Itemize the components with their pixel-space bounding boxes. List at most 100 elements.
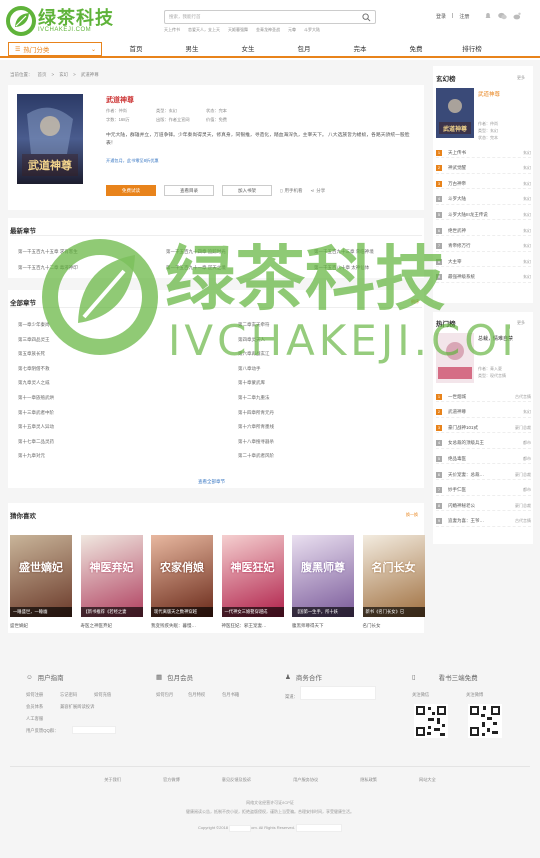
hot-word[interactable]: 天姬暮强舞 — [228, 27, 248, 33]
footer-link[interactable]: 包月书籍 — [222, 692, 239, 698]
phone-read[interactable]: ▯ 用手机看 — [280, 188, 302, 194]
qr-code-weibo-icon[interactable] — [468, 704, 502, 738]
fantasy-rank-more[interactable]: 更多 — [517, 75, 525, 81]
breadcrumb-category[interactable]: 玄幻 — [59, 72, 68, 78]
search-input[interactable]: 搜索，我能行首 — [164, 10, 376, 24]
rank-row[interactable]: 6 绝世武神 玄幻 — [436, 226, 531, 236]
breadcrumb-home[interactable]: 首页 — [38, 72, 47, 78]
rank-row[interactable]: 8 闪婚神秘老公 豪门总裁 — [436, 501, 531, 512]
rank-top-cover[interactable]: 武道神尊 — [436, 88, 474, 138]
hot-word[interactable]: 金青龙神圣战 — [256, 27, 280, 33]
rank-row[interactable]: 1 天上传书 玄幻 — [436, 148, 531, 158]
chapter-link[interactable]: 第五章族长死 — [18, 351, 45, 357]
footer-link[interactable]: 忘记密码 — [60, 692, 77, 698]
bottom-link[interactable]: 隐私政策 — [360, 777, 377, 783]
rank-row[interactable]: 2 神武觉醒 玄幻 — [436, 164, 531, 174]
chapter-link[interactable]: 第一章少年秦尚 — [18, 322, 50, 328]
nav-item-female[interactable]: 女生 — [220, 42, 276, 56]
latest-chapter-link[interactable]: 第一千五百八十章 太神仙体 — [314, 265, 369, 271]
footer-link[interactable]: 会员体系 — [26, 704, 43, 710]
catalog-button[interactable]: 查看目录 — [164, 185, 214, 196]
register-link[interactable]: 注册 — [459, 13, 469, 20]
guess-book-name[interactable]: 名门长女 — [363, 623, 381, 629]
vip-link[interactable]: 开通包月，此书零至8折优惠 — [106, 158, 159, 164]
guess-book-cover[interactable]: 名门长女 新书《名门长女》已 — [362, 535, 425, 617]
rank-top-title[interactable]: 武道神尊 — [478, 90, 500, 98]
guess-book-name[interactable]: 寿医之神医弃妃 — [81, 623, 113, 629]
latest-chapter-link[interactable]: 第一千五百九十五章 求有客生 — [18, 249, 78, 255]
chapter-link[interactable]: 第十六章所青墨线 — [238, 424, 274, 430]
nav-item-monthly[interactable]: 包月 — [276, 42, 332, 56]
latest-chapter-link[interactable]: 第一千五百九十二章 毒液神印 — [18, 265, 78, 271]
latest-chapter-link[interactable]: 第一千五百九十四章 追踪时光 — [166, 249, 226, 255]
bell-icon[interactable] — [484, 12, 492, 20]
hot-top-cover[interactable] — [436, 333, 474, 383]
chapter-link[interactable]: 第六章再战玄江 — [238, 351, 270, 357]
chapter-link[interactable]: 第三章四品灵王 — [18, 337, 50, 343]
chapter-link[interactable]: 第十九章对元 — [18, 453, 45, 459]
login-link[interactable]: 登录 — [436, 13, 446, 20]
chapter-link[interactable]: 第四章灵天人 — [238, 337, 265, 343]
bottom-link[interactable]: 意见反馈及投诉 — [222, 777, 251, 783]
bottom-link[interactable]: 官方微博 — [163, 777, 180, 783]
latest-chapter-link[interactable]: 第一千五百九十一章 逆天之境 — [166, 265, 226, 271]
share-button[interactable]: ⋖ 分享 — [310, 188, 325, 194]
site-logo[interactable]: 绿茶科技 IVCHAKEJI.COM — [6, 6, 114, 36]
chapter-link[interactable]: 第十七章二品灵药 — [18, 439, 54, 445]
wechat-icon[interactable] — [498, 12, 507, 20]
refresh-link[interactable]: 换一换 — [406, 512, 418, 518]
footer-link[interactable]: 人工客服 — [26, 716, 43, 722]
chapter-link[interactable]: 第十五章灵人异动 — [18, 424, 54, 430]
footer-link[interactable]: 如何包月 — [156, 692, 173, 698]
category-dropdown[interactable]: ☰ 热门分类 ⌄ — [8, 42, 102, 56]
guess-book-cover[interactable]: 腹黑师尊 【国第一生手，所十妖 — [292, 535, 354, 617]
chapter-link[interactable]: 第十三章武者中阶 — [18, 410, 54, 416]
qr-code-wechat-icon[interactable] — [414, 704, 448, 738]
guess-book-name[interactable]: 盛世嫡妃 — [10, 623, 28, 629]
rank-row[interactable]: 9 最强神级系统 玄幻 — [436, 273, 531, 283]
nav-item-home[interactable]: 首页 — [108, 42, 164, 56]
chapter-link[interactable]: 第十四章所青元丹 — [238, 410, 274, 416]
rank-row[interactable]: 1 一世烟城 古代言情 — [436, 392, 531, 402]
chapter-link[interactable]: 第十八章搜寻器杀 — [238, 439, 274, 445]
rank-row[interactable]: 8 大主宰 玄幻 — [436, 257, 531, 268]
hot-word[interactable]: 斗罗大陆 — [304, 27, 320, 33]
chapter-link[interactable]: 第八章动手 — [238, 366, 261, 372]
book-cover-image[interactable]: 武道神尊 — [17, 94, 83, 184]
nav-item-finished[interactable]: 完本 — [332, 42, 388, 56]
rank-row[interactable]: 7 青帝修万行 玄幻 — [436, 242, 531, 252]
rank-row[interactable]: 5 斗罗大陆III龙王传说 玄幻 — [436, 210, 531, 221]
chapter-link[interactable]: 第十二章九重法 — [238, 395, 270, 401]
rank-row[interactable]: 7 妙手仁医 都市 — [436, 486, 531, 496]
guess-book-cover[interactable]: 盛世嫡妃 一睡盛世，一睡幽 — [10, 535, 72, 617]
guess-book-cover[interactable]: 神医狂妃 一代神女三娘娶穿越成 — [221, 535, 284, 617]
guess-book-name[interactable]: 神医狂妃：邪王宠妻… — [222, 623, 267, 629]
hot-word[interactable]: 元尊 — [288, 27, 296, 33]
footer-link[interactable]: 如何充值 — [94, 692, 111, 698]
rank-row[interactable]: 9 追妻为喜：王爷… 古代言情 — [436, 517, 531, 527]
nav-item-ranking[interactable]: 排行榜 — [444, 42, 500, 56]
chapter-link[interactable]: 第二十章武者风阶 — [238, 453, 274, 459]
chapter-link[interactable]: 第九章灵人之威 — [18, 380, 50, 386]
rank-row[interactable]: 5 绝品毒医 都市 — [436, 454, 531, 465]
guess-book-cover[interactable]: 农家俏娘 现代离版天之数神穿越 — [151, 535, 213, 617]
add-shelf-button[interactable]: 加入书架 — [222, 185, 272, 196]
footer-link[interactable]: 兼容扩展阅读投诉 — [60, 704, 94, 710]
free-read-button[interactable]: 免费试读 — [106, 185, 156, 196]
guess-book-name[interactable]: 腹黑师尊得天下 — [292, 623, 324, 629]
nav-item-free[interactable]: 免费 — [388, 42, 444, 56]
rank-row[interactable]: 2 武道神尊 玄幻 — [436, 408, 531, 418]
hot-rank-more[interactable]: 更多 — [517, 320, 525, 326]
chapter-link[interactable]: 第七章阴僧不救 — [18, 366, 50, 372]
rank-row[interactable]: 3 万古神帝 玄幻 — [436, 179, 531, 190]
footer-link[interactable]: 如何注册 — [26, 692, 43, 698]
hot-word[interactable]: 恋爱天人，支上天 — [188, 27, 220, 33]
search-icon[interactable] — [362, 13, 371, 22]
weibo-icon[interactable] — [513, 12, 521, 20]
rank-row[interactable]: 6 天价宠妻：总裁… 豪门总裁 — [436, 470, 531, 480]
bottom-link[interactable]: 用户服务协议 — [293, 777, 318, 783]
latest-chapter-link[interactable]: 第一千五百九十三章 荣临神境 — [314, 249, 374, 255]
view-all-chapters-link[interactable]: 查看全部章节 — [198, 479, 225, 485]
guess-book-name[interactable]: 我变残疾失眠：暮慢… — [151, 623, 196, 629]
reverse-order-link[interactable]: 倒序 — [411, 299, 419, 305]
